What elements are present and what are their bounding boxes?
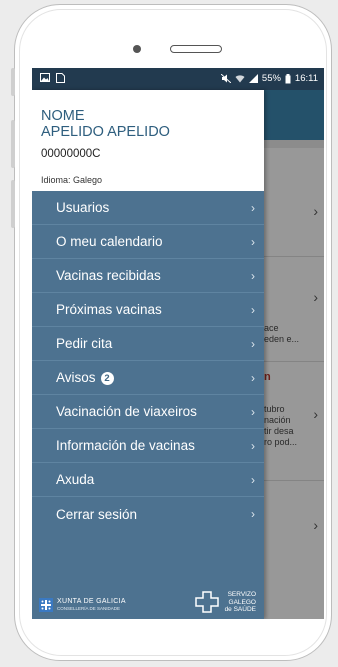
- menu-item-calendar[interactable]: O meu calendario ›: [32, 225, 264, 259]
- image-icon: [40, 73, 50, 82]
- menu-item-label: Avisos 2: [56, 370, 114, 385]
- sim-icon: [56, 73, 65, 83]
- chevron-right-icon: ›: [251, 438, 255, 453]
- language-label[interactable]: Idioma: Galego: [41, 175, 102, 185]
- menu-item-upcoming-vaccines[interactable]: Próximas vacinas ›: [32, 293, 264, 327]
- xunta-subtitle: CONSELLERÍA DE SANIDADE: [57, 606, 121, 611]
- menu-item-label: Usuarios: [56, 200, 110, 215]
- wifi-icon: [235, 75, 245, 83]
- sergas-line-1: SERVIZO: [227, 591, 256, 598]
- menu-item-label: Cerrar sesión: [56, 506, 138, 522]
- chevron-right-icon: ›: [251, 404, 255, 419]
- chevron-right-icon: ›: [251, 302, 255, 317]
- user-surname: APELIDO APELIDO: [41, 124, 170, 140]
- sergas-line-2: GALEGO: [228, 598, 256, 606]
- user-id: 00000000C: [41, 148, 101, 160]
- signal-icon: [248, 74, 258, 83]
- sergas-cross-icon: [194, 591, 219, 613]
- drawer-menu: Usuarios › O meu calendario › Vacinas re…: [32, 191, 264, 531]
- menu-item-help[interactable]: Axuda ›: [32, 463, 264, 497]
- navigation-drawer: NOME APELIDO APELIDO 00000000C Idioma: G…: [32, 90, 264, 619]
- chevron-right-icon: ›: [251, 200, 255, 215]
- mute-icon: [220, 74, 231, 83]
- user-name: NOME: [41, 108, 85, 124]
- phone-screen: 55% 16:11 › › ace eden e... n › tubro na…: [32, 68, 324, 619]
- clock: 16:11: [294, 73, 318, 84]
- drawer-footer: XUNTA DE GALICIA CONSELLERÍA DE SANIDADE…: [32, 587, 264, 619]
- menu-item-label: Pedir cita: [56, 336, 113, 351]
- menu-item-vaccine-info[interactable]: Información de vacinas ›: [32, 429, 264, 463]
- chevron-right-icon: ›: [251, 234, 255, 249]
- status-bar: 55% 16:11: [32, 68, 324, 90]
- menu-item-label: Vacinación de viaxeiros: [56, 404, 197, 419]
- xunta-logo: XUNTA DE GALICIA CONSELLERÍA DE SANIDADE: [39, 598, 126, 612]
- notification-count-badge: 2: [100, 372, 114, 385]
- menu-item-appointment[interactable]: Pedir cita ›: [32, 327, 264, 361]
- side-button-volume-down: [11, 180, 15, 228]
- xunta-title: XUNTA DE GALICIA: [57, 598, 126, 605]
- menu-item-label: Próximas vacinas: [56, 302, 162, 317]
- menu-item-notices[interactable]: Avisos 2 ›: [32, 361, 264, 395]
- xunta-emblem-icon: [39, 598, 53, 612]
- battery-icon: [285, 73, 291, 83]
- notices-label: Avisos: [56, 370, 96, 385]
- profile-header: NOME APELIDO APELIDO 00000000C Idioma: G…: [32, 90, 264, 191]
- menu-item-received-vaccines[interactable]: Vacinas recibidas ›: [32, 259, 264, 293]
- battery-percent: 55%: [261, 73, 281, 84]
- speaker-grille: [170, 45, 222, 53]
- menu-item-label: O meu calendario: [56, 234, 163, 249]
- side-button-mute: [11, 68, 15, 96]
- sergas-logo: SERVIZO GALEGO de SAÚDE: [194, 591, 256, 614]
- menu-item-label: Información de vacinas: [56, 438, 195, 453]
- chevron-right-icon: ›: [251, 336, 255, 351]
- side-button-volume-up: [11, 120, 15, 168]
- menu-item-usuarios[interactable]: Usuarios ›: [32, 191, 264, 225]
- sergas-line-3: de SAÚDE: [224, 606, 256, 613]
- menu-item-travel-vaccination[interactable]: Vacinación de viaxeiros ›: [32, 395, 264, 429]
- chevron-right-icon: ›: [251, 507, 255, 521]
- menu-item-label: Axuda: [56, 472, 95, 487]
- chevron-right-icon: ›: [251, 268, 255, 283]
- front-camera: [133, 45, 141, 53]
- menu-item-logout[interactable]: Cerrar sesión ›: [32, 497, 264, 531]
- chevron-right-icon: ›: [251, 472, 255, 487]
- menu-item-label: Vacinas recibidas: [56, 268, 161, 283]
- chevron-right-icon: ›: [251, 370, 255, 385]
